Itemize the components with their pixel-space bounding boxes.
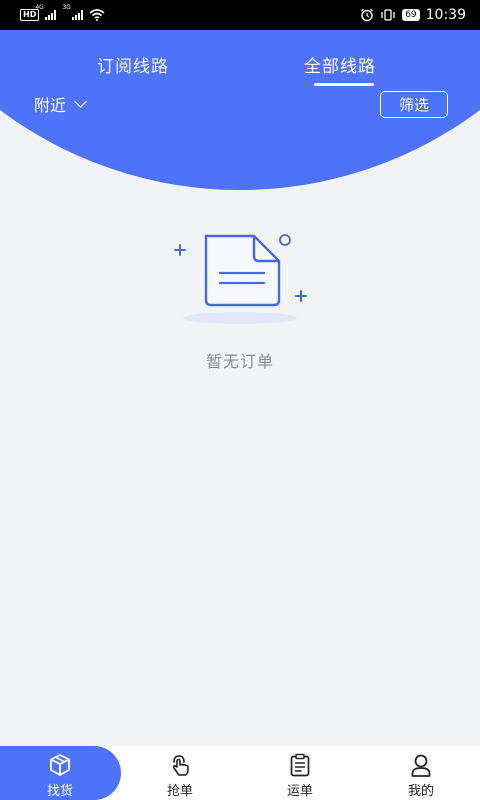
location-dropdown[interactable]: 附近 [34, 92, 87, 116]
person-icon [411, 754, 431, 777]
nav-item-waybill[interactable]: 运单 [260, 752, 340, 799]
active-tab-indicator [314, 83, 374, 86]
signal-icon: 4G [35, 4, 57, 20]
vibrate-icon [381, 9, 395, 21]
package-icon [50, 754, 70, 776]
filter-button[interactable]: 筛选 [380, 91, 448, 118]
signal-label: 4G [35, 4, 44, 11]
signal-icon-2: 3G [62, 4, 84, 20]
tab-all-routes[interactable]: 全部线路 [304, 52, 376, 77]
signal-label-2: 3G [62, 4, 71, 11]
empty-document-icon [174, 234, 307, 324]
nav-item-grab-order[interactable]: 抢单 [140, 752, 220, 799]
wifi-icon [89, 9, 105, 21]
nav-item-find-goods[interactable]: 找货 [20, 752, 100, 799]
hand-tap-icon [172, 755, 189, 776]
bottom-nav: 找货 抢单 运单 我的 [0, 746, 480, 800]
status-right: 69 10:39 [360, 7, 466, 23]
nav-label-find-goods: 找货 [46, 784, 73, 799]
location-label: 附近 [34, 96, 67, 115]
header: 订阅线路 全部线路 附近 筛选 [0, 30, 480, 190]
nav-label-mine: 我的 [407, 784, 434, 799]
status-bar: HD 4G 3G 69 10:39 [0, 0, 480, 30]
battery-icon: 69 [402, 9, 420, 21]
tab-subscribed-routes[interactable]: 订阅线路 [97, 52, 169, 77]
chevron-down-icon [74, 95, 87, 108]
clipboard-icon [290, 753, 310, 777]
empty-state-message: 暂无订单 [205, 352, 274, 371]
nav-label-grab-order: 抢单 [166, 784, 193, 799]
clock: 10:39 [425, 7, 466, 23]
status-left: HD 4G 3G [20, 4, 105, 21]
nav-label-waybill: 运单 [286, 784, 313, 799]
nav-item-mine[interactable]: 我的 [381, 752, 461, 799]
alarm-icon [361, 8, 374, 22]
